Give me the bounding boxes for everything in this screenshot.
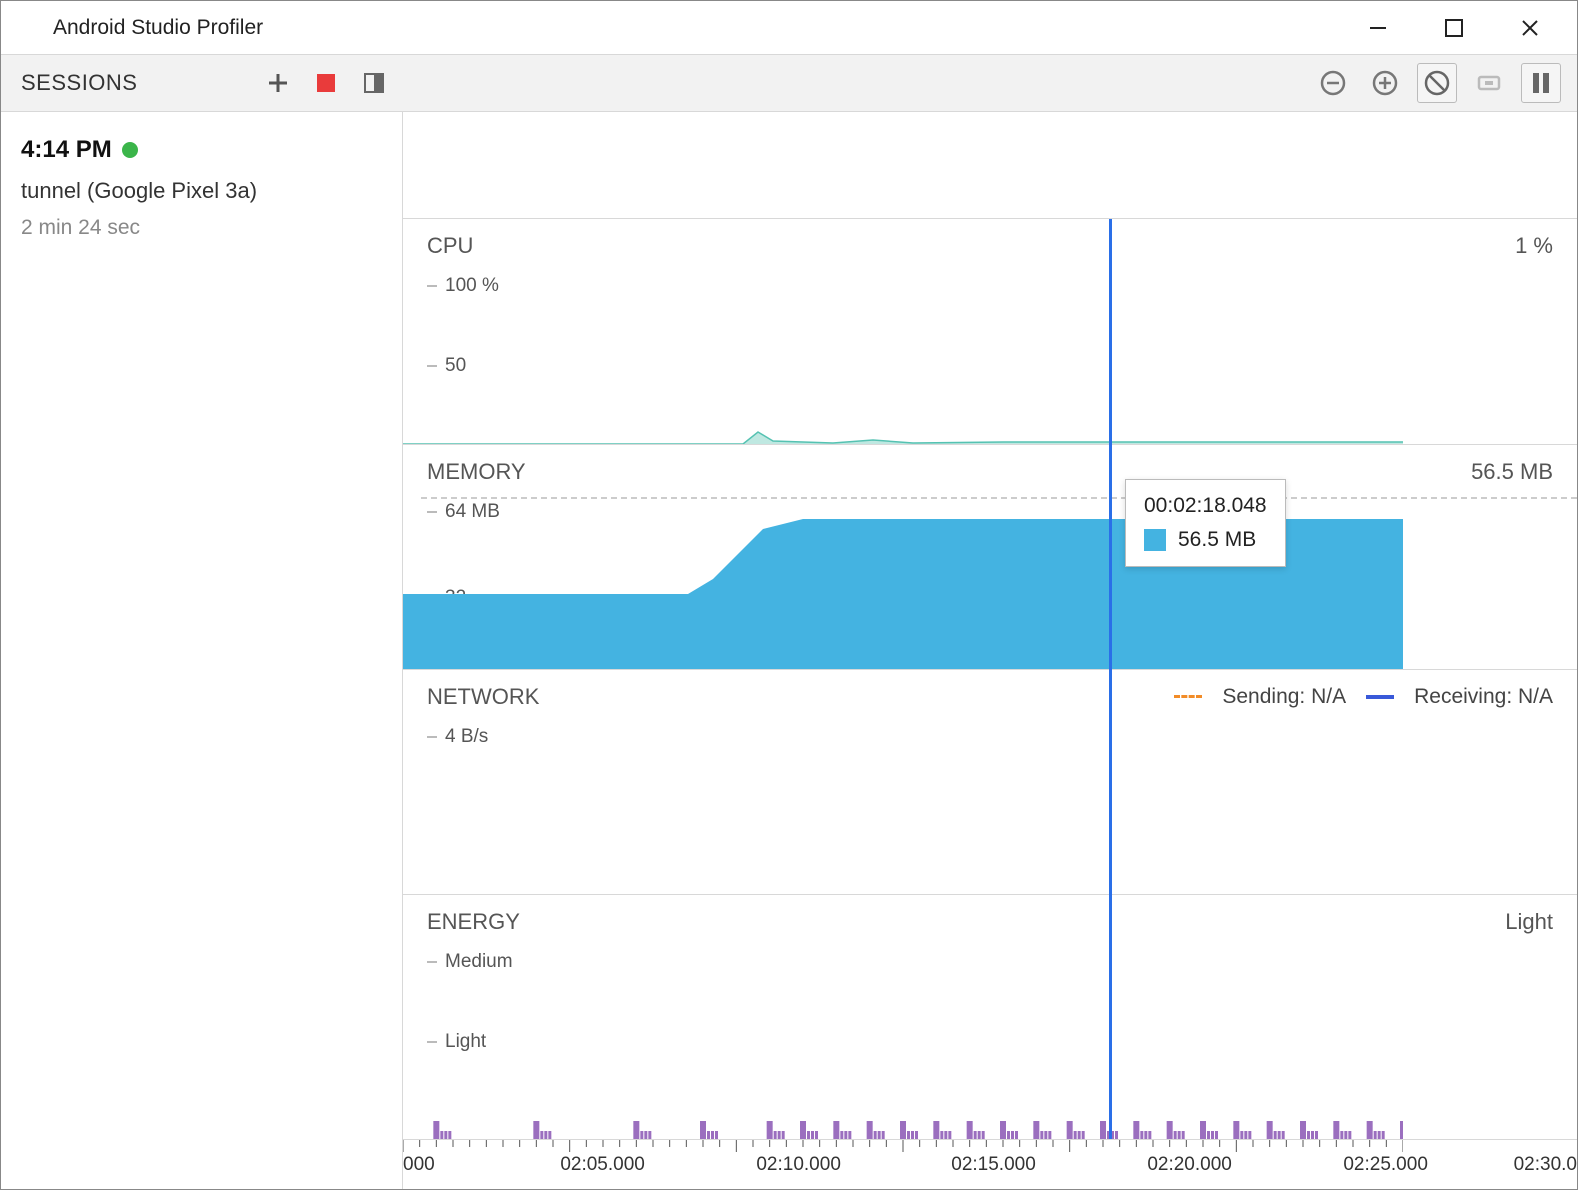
memory-value: 56.5 MB [1471, 459, 1553, 485]
time-label: 02:05.000 [560, 1154, 645, 1176]
zoom-selection-button[interactable] [1469, 63, 1509, 103]
status-dot-icon [122, 142, 138, 158]
pause-icon [1530, 71, 1552, 95]
tick-mark-icon [427, 736, 437, 738]
tick-mark-icon [427, 961, 437, 963]
tooltip-time: 00:02:18.048 [1144, 494, 1267, 518]
energy-tick-0: Medium [445, 951, 513, 973]
profiler-area[interactable]: 00:02:18.048 56.5 MB CPU 1 % 100 % 50 [403, 112, 1577, 1189]
network-title: NETWORK [427, 684, 539, 710]
session-time-row[interactable]: 4:14 PM [21, 136, 382, 164]
tick-mark-icon [427, 365, 437, 367]
memory-title: MEMORY [427, 459, 526, 485]
sessions-sidebar: 4:14 PM tunnel (Google Pixel 3a) 2 min 2… [1, 112, 403, 1189]
events-row[interactable] [403, 112, 1577, 219]
tick-mark-icon [427, 285, 437, 287]
reset-zoom-icon [1423, 69, 1451, 97]
zoom-out-icon [1319, 69, 1347, 97]
toolbar: SESSIONS [1, 54, 1577, 112]
maximize-icon [1445, 19, 1463, 37]
cpu-value: 1 % [1515, 233, 1553, 259]
tooltip-value: 56.5 MB [1178, 528, 1256, 552]
time-label: 02:25.000 [1343, 1154, 1428, 1176]
zoom-in-icon [1371, 69, 1399, 97]
session-name: tunnel (Google Pixel 3a) [21, 178, 382, 204]
close-button[interactable] [1517, 15, 1543, 41]
panel-toggle-icon [364, 73, 384, 93]
close-icon [1520, 18, 1540, 38]
stop-session-button[interactable] [311, 68, 341, 98]
energy-tick-1: Light [445, 1031, 486, 1053]
cpu-panel[interactable]: CPU 1 % 100 % 50 [403, 219, 1577, 445]
time-label: 02:15.000 [951, 1154, 1036, 1176]
memory-tooltip: 00:02:18.048 56.5 MB [1125, 479, 1286, 567]
time-axis[interactable]: 000 02:05.000 02:10.000 02:15.000 02:20.000 0… [403, 1139, 1577, 1189]
energy-chart [403, 1087, 1403, 1139]
window-title: Android Studio Profiler [53, 16, 263, 40]
toggle-sidebar-button[interactable] [359, 68, 389, 98]
time-ticks [403, 1140, 1403, 1154]
energy-value: Light [1505, 909, 1553, 935]
cpu-tick-1: 50 [445, 355, 466, 377]
zoom-out-button[interactable] [1313, 63, 1353, 103]
network-tick-0: 4 B/s [445, 726, 488, 748]
profiler-window: Android Studio Profiler SESSIONS [0, 0, 1578, 1190]
add-session-button[interactable] [263, 68, 293, 98]
reset-zoom-button[interactable] [1417, 63, 1457, 103]
pause-button[interactable] [1521, 63, 1561, 103]
network-receiving: Receiving: N/A [1414, 685, 1553, 709]
plus-icon [267, 72, 289, 94]
sessions-header: SESSIONS [1, 55, 403, 111]
stop-icon [317, 74, 335, 92]
memory-panel[interactable]: MEMORY 56.5 MB 64 MB 32 [403, 445, 1577, 670]
maximize-button[interactable] [1441, 15, 1467, 41]
timeline-stack: 00:02:18.048 56.5 MB CPU 1 % 100 % 50 [403, 219, 1577, 1139]
titlebar: Android Studio Profiler [1, 1, 1577, 54]
network-legend: Sending: N/A Receiving: N/A [1174, 684, 1553, 710]
sessions-controls [263, 68, 389, 98]
time-label: 02:20.000 [1147, 1154, 1232, 1176]
sending-swatch-icon [1174, 695, 1202, 699]
time-labels: 000 02:05.000 02:10.000 02:15.000 02:20.000 0… [403, 1154, 1577, 1184]
time-label: 000 [403, 1154, 435, 1176]
time-label: 02:30.0 [1514, 1154, 1577, 1176]
network-panel[interactable]: NETWORK Sending: N/A Receiving: N/A 4 B/… [403, 670, 1577, 895]
sessions-title: SESSIONS [21, 70, 137, 96]
time-label: 02:10.000 [756, 1154, 841, 1176]
tick-mark-icon [427, 1041, 437, 1043]
zoom-in-button[interactable] [1365, 63, 1405, 103]
cpu-chart [403, 424, 1403, 444]
window-controls [1365, 15, 1561, 41]
network-sending: Sending: N/A [1222, 685, 1346, 709]
energy-title: ENERGY [427, 909, 520, 935]
receiving-swatch-icon [1366, 695, 1394, 699]
cpu-title: CPU [427, 233, 473, 259]
body: 4:14 PM tunnel (Google Pixel 3a) 2 min 2… [1, 112, 1577, 1189]
playhead[interactable] [1109, 219, 1112, 1139]
zoom-selection-icon [1475, 69, 1503, 97]
minimize-button[interactable] [1365, 15, 1391, 41]
minimize-icon [1368, 18, 1388, 38]
tooltip-swatch-icon [1144, 529, 1166, 551]
session-time: 4:14 PM [21, 136, 112, 164]
energy-panel[interactable]: ENERGY Light Medium Light [403, 895, 1577, 1139]
profiler-toolbar [1313, 63, 1577, 103]
cpu-tick-0: 100 % [445, 275, 499, 297]
session-duration: 2 min 24 sec [21, 216, 382, 240]
